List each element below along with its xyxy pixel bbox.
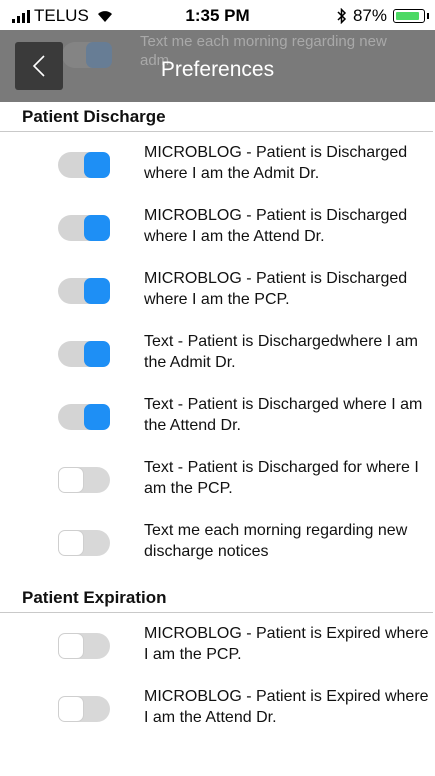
preference-row: MICROBLOG - Patient is Expired where I a… xyxy=(0,676,435,739)
battery-icon xyxy=(393,9,425,23)
preference-row: MICROBLOG - Patient is Expired where I a… xyxy=(0,613,435,676)
preference-label: MICROBLOG - Patient is Discharged where … xyxy=(144,270,408,308)
preference-toggle[interactable] xyxy=(58,696,110,722)
status-bar: TELUS 1:35 PM 87% xyxy=(0,0,435,30)
preference-label: MICROBLOG - Patient is Discharged where … xyxy=(144,144,408,182)
preference-row: Text - Patient is Dischargedwhere I am t… xyxy=(0,321,435,384)
preference-label: MICROBLOG - Patient is Expired where I a… xyxy=(144,625,429,663)
preference-row: MICROBLOG - Patient is Discharged where … xyxy=(0,195,435,258)
preference-label: MICROBLOG - Patient is Expired where I a… xyxy=(144,688,429,726)
preference-row: MICROBLOG - Patient is Discharged where … xyxy=(0,132,435,195)
preference-toggle[interactable] xyxy=(58,467,110,493)
preferences-list: Patient Discharge MICROBLOG - Patient is … xyxy=(0,102,435,739)
section-title: Patient Discharge xyxy=(0,102,433,132)
preference-label: Text - Patient is Discharged where I am … xyxy=(144,396,423,434)
bluetooth-icon xyxy=(337,8,347,24)
preference-toggle[interactable] xyxy=(58,404,110,430)
preference-row: Text - Patient is Discharged for where I… xyxy=(0,447,435,510)
preference-toggle[interactable] xyxy=(58,215,110,241)
nav-header: Text me each morning regarding new adm P… xyxy=(0,30,435,102)
preference-row: Text me each morning regarding new disch… xyxy=(0,510,435,573)
preference-row: Text - Patient is Discharged where I am … xyxy=(0,384,435,447)
preference-row: MICROBLOG - Patient is Discharged where … xyxy=(0,258,435,321)
preference-toggle[interactable] xyxy=(58,530,110,556)
preference-toggle[interactable] xyxy=(58,152,110,178)
preference-label: MICROBLOG - Patient is Discharged where … xyxy=(144,207,408,245)
battery-area: 87% xyxy=(337,6,429,26)
preference-label: Text - Patient is Dischargedwhere I am t… xyxy=(144,333,418,371)
page-title: Preferences xyxy=(160,58,275,81)
battery-percent: 87% xyxy=(352,6,387,25)
preference-label: Text me each morning regarding new disch… xyxy=(144,522,408,560)
preference-toggle[interactable] xyxy=(58,278,110,304)
section-title: Patient Expiration xyxy=(0,583,433,613)
preference-toggle[interactable] xyxy=(58,341,110,367)
preference-toggle[interactable] xyxy=(58,633,110,659)
preference-label: Text - Patient is Discharged for where I… xyxy=(144,459,419,497)
